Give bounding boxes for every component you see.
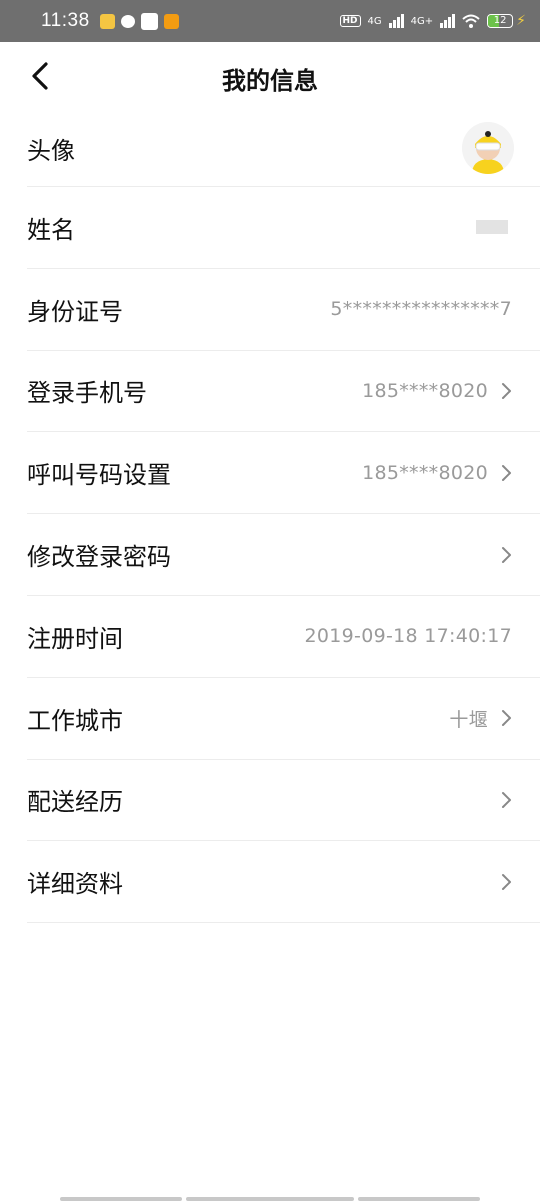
gesture-bar-segment: [60, 1197, 182, 1201]
contact-notification-icon: [140, 12, 158, 30]
info-list: 头像 姓名 身份证号 5****************7 登录手机号 185*…: [0, 110, 540, 924]
row-value: 十堰: [449, 708, 488, 731]
chevron-right-icon: [502, 710, 511, 727]
row-right: 十堰: [449, 705, 512, 732]
notification-icons: [99, 12, 179, 30]
row-right: 185****8020: [362, 462, 512, 484]
row-right: 5****************7: [330, 298, 512, 320]
row-register-time[interactable]: 注册时间 2019-09-18 17:40:17: [27, 596, 540, 678]
row-login-phone[interactable]: 登录手机号 185****8020: [27, 351, 540, 433]
row-label: 修改登录密码: [27, 543, 171, 572]
row-value: 2019-09-18 17:40:17: [304, 625, 512, 648]
row-right: [500, 546, 512, 564]
row-label: 头像: [27, 136, 75, 165]
header: 我的信息: [0, 42, 540, 110]
row-id-number[interactable]: 身份证号 5****************7: [27, 269, 540, 351]
app-notification-icon: [99, 13, 115, 29]
row-right: [476, 220, 508, 235]
avatar[interactable]: [462, 122, 514, 174]
row-label: 呼叫号码设置: [27, 461, 171, 490]
masked-name-value: [476, 220, 508, 235]
row-label: 登录手机号: [27, 379, 147, 408]
gesture-navigation-bar: [60, 1197, 480, 1201]
row-delivery-experience[interactable]: 配送经历: [27, 760, 540, 842]
signal-icon: [388, 14, 404, 28]
row-value: 185****8020: [362, 379, 488, 402]
system-icons: HD 4G 4G+ 12 ⚡: [339, 13, 526, 29]
row-label: 配送经历: [27, 788, 123, 817]
row-change-password[interactable]: 修改登录密码: [27, 514, 540, 596]
row-right: 2019-09-18 17:40:17: [305, 625, 513, 647]
chevron-right-icon: [502, 382, 511, 399]
row-label: 姓名: [27, 215, 75, 244]
signal-icon-2: [440, 14, 456, 28]
row-name[interactable]: 姓名: [27, 187, 540, 269]
chat-notification-icon: [120, 14, 135, 28]
row-value: 185****8020: [362, 461, 488, 484]
row-label: 身份证号: [27, 297, 123, 326]
network-label-2: 4G+: [410, 15, 434, 27]
chevron-right-icon: [502, 791, 511, 808]
chevron-right-icon: [502, 873, 511, 890]
weibo-notification-icon: [163, 13, 179, 29]
status-time: 11:38: [41, 10, 90, 31]
network-label-1: 4G: [367, 15, 382, 27]
row-work-city[interactable]: 工作城市 十堰: [27, 678, 540, 760]
wifi-icon: [462, 14, 480, 28]
row-label: 工作城市: [27, 706, 123, 735]
avatar-image: [462, 122, 514, 174]
page-title: 我的信息: [222, 67, 318, 95]
row-right: [500, 791, 512, 809]
battery-level: 12: [493, 15, 507, 26]
chevron-right-icon: [502, 546, 511, 563]
row-right: [462, 122, 514, 174]
hd-icon: HD: [339, 15, 361, 27]
row-label: 注册时间: [27, 624, 123, 653]
charging-icon: ⚡: [516, 13, 526, 29]
row-call-number[interactable]: 呼叫号码设置 185****8020: [27, 432, 540, 515]
battery-icon: 12 ⚡: [487, 13, 526, 29]
gesture-bar-segment: [186, 1197, 354, 1201]
row-right: 185****8020: [362, 380, 512, 402]
row-detailed-profile[interactable]: 详细资料: [27, 841, 540, 924]
row-right: [500, 873, 512, 891]
row-label: 详细资料: [27, 870, 123, 899]
row-value: 5****************7: [330, 298, 512, 321]
chevron-right-icon: [502, 464, 511, 481]
status-bar: 11:38 HD 4G 4G+ 12 ⚡: [0, 0, 540, 42]
row-avatar[interactable]: 头像: [27, 110, 540, 187]
gesture-bar-segment: [358, 1197, 480, 1201]
